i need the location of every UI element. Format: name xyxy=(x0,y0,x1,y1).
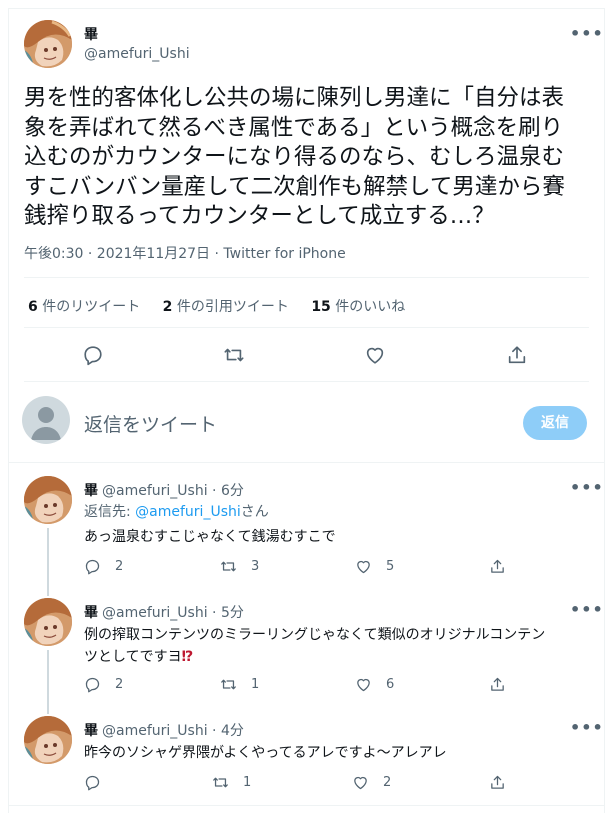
thread-line xyxy=(47,650,49,714)
tweet-stats: 6 件のリツイート 2 件の引用ツイート 15 件のいいね xyxy=(28,296,423,316)
author-name[interactable]: 畢 xyxy=(84,24,98,44)
like-icon[interactable] xyxy=(364,344,388,368)
reply-author-name[interactable]: 畢 xyxy=(84,605,98,621)
like-icon xyxy=(357,678,370,692)
share-icon[interactable] xyxy=(489,676,520,693)
share-icon[interactable] xyxy=(506,344,530,368)
like-action[interactable]: 6 xyxy=(355,676,394,693)
reply-icon xyxy=(85,677,100,693)
tweet-meta[interactable]: 午後0:30 · 2021年11月27日 · Twitter for iPhon… xyxy=(24,243,346,263)
reply-header: 畢 @amefuri_Ushi · 5分 xyxy=(84,602,244,622)
exclamation-question-emoji: ⁉ xyxy=(181,649,194,665)
more-icon[interactable]: ••• xyxy=(570,478,604,497)
reply-input[interactable]: 返信をツイート xyxy=(84,410,217,437)
reply-text: 昨今のソシャゲ界隈がよくやってるアレですよ～アレアレ xyxy=(84,745,447,761)
quotes-stat[interactable]: 2 件の引用ツイート xyxy=(163,299,289,315)
reply-text: 例の搾取コンテンツのミラーリングじゃなくて類似のオリジナルコンテン xyxy=(84,627,546,643)
reply-button[interactable]: 返信 xyxy=(523,406,587,440)
retweets-stat[interactable]: 6 件のリツイート xyxy=(28,299,140,315)
author-avatar[interactable] xyxy=(24,476,72,524)
like-action[interactable]: 5 xyxy=(355,558,394,575)
default-avatar-icon xyxy=(22,396,70,444)
retweet-icon xyxy=(213,777,228,788)
like-icon xyxy=(357,560,370,574)
reply-icon xyxy=(85,775,100,791)
more-icon[interactable]: ••• xyxy=(570,718,604,737)
retweet-icon[interactable] xyxy=(223,344,247,368)
reply-time[interactable]: · 4分 xyxy=(208,723,244,739)
reply-action[interactable]: 2 xyxy=(84,676,123,693)
divider xyxy=(24,327,589,328)
reply-to-line: 返信先: @amefuri_Ushiさん xyxy=(84,504,269,520)
author-avatar[interactable] xyxy=(24,20,72,68)
reply-action[interactable]: 2 xyxy=(84,558,123,575)
reply-author-name[interactable]: 畢 xyxy=(84,483,98,499)
reply-action[interactable] xyxy=(84,774,115,791)
retweet-icon xyxy=(221,561,236,572)
divider xyxy=(24,381,589,382)
retweet-action[interactable]: 3 xyxy=(220,558,259,575)
reply-text-cont: ツとしてですヨ⁉ xyxy=(84,649,194,665)
likes-stat[interactable]: 15 件のいいね xyxy=(311,299,405,315)
retweet-action[interactable]: 1 xyxy=(220,676,259,693)
author-handle[interactable]: @amefuri_Ushi xyxy=(84,46,190,62)
share-icon[interactable] xyxy=(489,774,520,791)
author-avatar[interactable] xyxy=(24,598,72,646)
reply-author-handle[interactable]: @amefuri_Ushi xyxy=(102,483,208,499)
reply-header: 畢 @amefuri_Ushi · 6分 xyxy=(84,480,244,500)
like-action[interactable]: 2 xyxy=(352,774,391,791)
divider xyxy=(8,805,605,806)
retweet-icon xyxy=(221,679,236,690)
thread-line xyxy=(47,528,49,596)
tweet-actions xyxy=(0,344,613,368)
author-avatar[interactable] xyxy=(24,716,72,764)
reply-text: あっ温泉むすこじゃなくて銭湯むすこで xyxy=(84,529,336,545)
reply-time[interactable]: · 5分 xyxy=(208,605,244,621)
reply-icon[interactable] xyxy=(82,344,106,368)
reply-author-handle[interactable]: @amefuri_Ushi xyxy=(102,723,208,739)
more-icon[interactable]: ••• xyxy=(570,600,604,619)
reply-author-handle[interactable]: @amefuri_Ushi xyxy=(102,605,208,621)
like-icon xyxy=(354,776,367,790)
reply-to-handle[interactable]: @amefuri_Ushi xyxy=(135,504,241,520)
reply-author-name[interactable]: 畢 xyxy=(84,723,98,739)
divider xyxy=(8,462,605,463)
reply-header: 畢 @amefuri_Ushi · 4分 xyxy=(84,720,244,740)
divider xyxy=(24,277,589,278)
tweet-text: 男を性的客体化し公共の場に陳列し男達に「自分は表象を弄ばれて然るべき属性である」… xyxy=(24,85,565,229)
retweet-action[interactable]: 1 xyxy=(212,774,251,791)
more-icon[interactable]: ••• xyxy=(570,24,604,43)
share-icon[interactable] xyxy=(489,558,520,575)
reply-time[interactable]: · 6分 xyxy=(208,483,244,499)
reply-icon xyxy=(85,559,100,575)
